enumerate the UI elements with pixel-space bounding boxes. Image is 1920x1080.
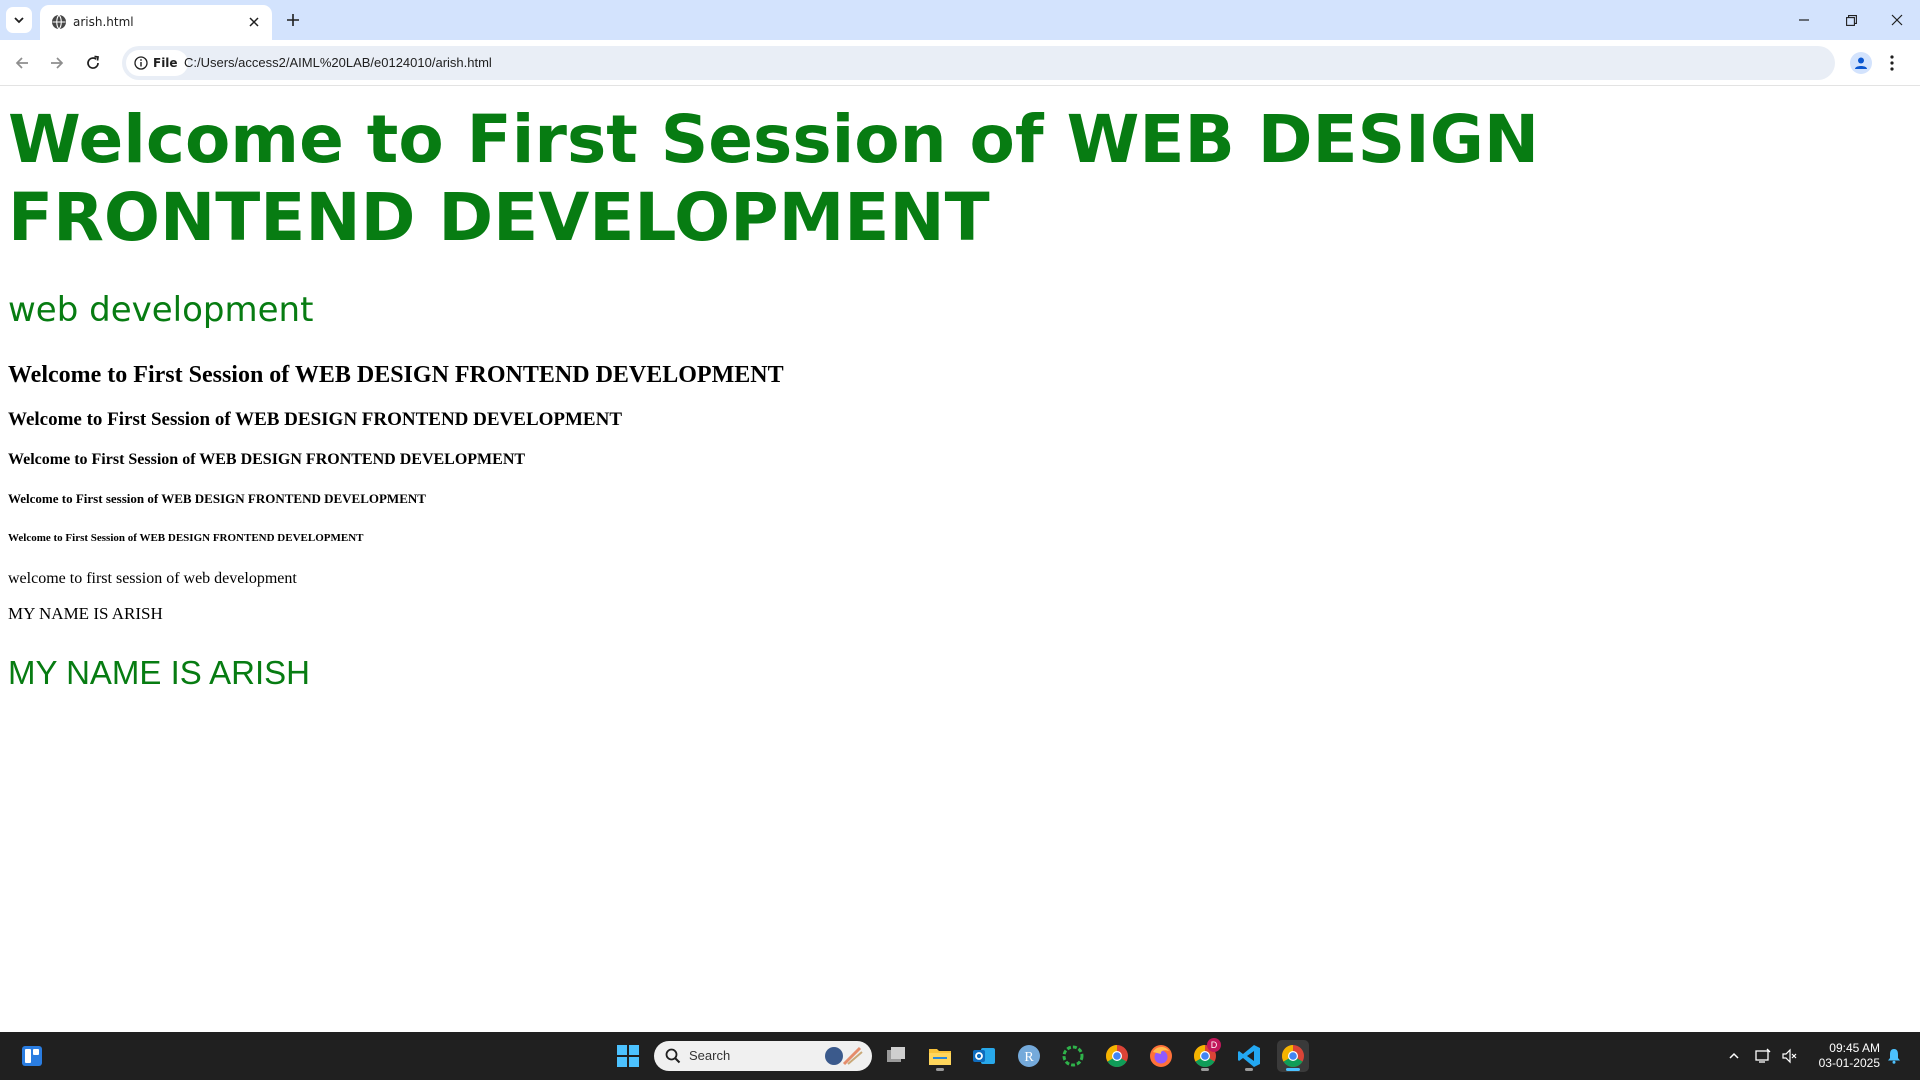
network-button[interactable] (1751, 1032, 1775, 1080)
browser-toolbar: File C:/Users/access2/AIML%20LAB/e012401… (0, 40, 1920, 86)
heading-6: Welcome to First Session of WEB DESIGN F… (8, 532, 364, 544)
bell-icon (1888, 1049, 1900, 1064)
reload-button[interactable] (79, 49, 107, 77)
chrome-active-icon (1282, 1045, 1304, 1067)
tab-active[interactable]: arish.html (40, 5, 272, 40)
svg-text:R: R (1024, 1050, 1034, 1065)
site-info-chip[interactable]: File (126, 50, 188, 76)
tray-overflow-button[interactable] (1722, 1032, 1746, 1080)
chrome-profile-button[interactable]: D (1189, 1038, 1221, 1072)
search-highlight-icon (825, 1046, 863, 1066)
running-indicator (936, 1068, 944, 1071)
running-indicator (1201, 1068, 1209, 1071)
reload-icon (87, 55, 99, 69)
new-tab-button[interactable] (282, 9, 304, 31)
active-indicator (1286, 1068, 1300, 1071)
taskbar-clock[interactable]: 09:45 AM 03-01-2025 (1800, 1041, 1880, 1071)
kebab-menu-icon (1890, 55, 1894, 71)
chrome-profile-badge: D (1207, 1038, 1221, 1052)
paragraph-welcome: welcome to first session of web developm… (8, 570, 297, 587)
notifications-button[interactable] (1882, 1032, 1906, 1080)
volume-button[interactable] (1777, 1032, 1801, 1080)
chrome-icon (1106, 1045, 1128, 1067)
chrome-active-button[interactable] (1277, 1040, 1309, 1072)
clock-time: 09:45 AM (1829, 1041, 1880, 1055)
clock-date: 03-01-2025 (1818, 1056, 1880, 1070)
tab-title: arish.html (73, 15, 134, 29)
close-window-button[interactable] (1874, 0, 1920, 40)
site-chip-label: File (153, 56, 178, 70)
back-button[interactable] (8, 49, 36, 77)
url-text[interactable]: C:/Users/access2/AIML%20LAB/e0124010/ari… (184, 55, 492, 70)
loading-app-button[interactable] (1057, 1040, 1089, 1072)
firefox-icon (1150, 1045, 1172, 1067)
person-icon (1855, 57, 1867, 69)
heading-5: Welcome to First session of WEB DESIGN F… (8, 491, 426, 506)
tab-strip: arish.html (0, 0, 1920, 40)
file-explorer-icon (929, 1049, 951, 1065)
browser-menu-button[interactable] (1884, 52, 1900, 74)
volume-muted-icon (1782, 1048, 1797, 1064)
name-line: MY NAME IS ARISH (8, 604, 163, 623)
firefox-button[interactable] (1145, 1040, 1177, 1072)
minimize-icon (1799, 19, 1809, 21)
taskbar-search-box[interactable]: Search (654, 1041, 872, 1071)
tab-search-button[interactable] (6, 7, 32, 33)
tab-close-button[interactable] (245, 13, 263, 31)
minimize-button[interactable] (1781, 0, 1827, 40)
r-app-icon: R (1018, 1045, 1040, 1067)
task-view-button[interactable] (880, 1040, 912, 1072)
heading-4: Welcome to First Session of WEB DESIGN F… (8, 451, 526, 468)
plus-icon (287, 14, 299, 26)
start-button[interactable] (612, 1040, 644, 1072)
taskbar-search-label: Search (689, 1048, 731, 1063)
running-indicator (1245, 1068, 1253, 1071)
close-icon (249, 17, 259, 27)
chevron-up-icon (1729, 1052, 1739, 1059)
chrome-button[interactable] (1101, 1040, 1133, 1072)
restore-button[interactable] (1828, 0, 1874, 40)
outlook-button[interactable] (968, 1040, 1000, 1072)
loading-app-icon (1062, 1045, 1084, 1067)
network-icon (1755, 1048, 1771, 1063)
outlook-icon (973, 1048, 995, 1064)
start-icon (617, 1045, 639, 1067)
file-explorer-button[interactable] (924, 1040, 956, 1072)
arrow-right-icon (51, 57, 64, 69)
restore-icon (1845, 14, 1857, 26)
widgets-icon (22, 1046, 42, 1066)
vscode-button[interactable] (1233, 1040, 1265, 1072)
address-bar[interactable]: File C:/Users/access2/AIML%20LAB/e012401… (122, 46, 1835, 80)
widgets-button[interactable] (16, 1040, 48, 1072)
web-page-content: Welcome to First Session of WEB DESIGN F… (0, 86, 1920, 1032)
heading-1: Welcome to First Session of WEB DESIGN F… (8, 101, 1540, 256)
vscode-icon (1238, 1045, 1260, 1067)
forward-button[interactable] (43, 49, 71, 77)
task-view-icon (887, 1047, 905, 1062)
r-app-button[interactable]: R (1013, 1040, 1045, 1072)
info-icon (134, 56, 148, 70)
profile-button[interactable] (1850, 52, 1872, 74)
name-line-large: MY NAME IS ARISH (8, 654, 310, 691)
heading-2: Welcome to First Session of WEB DESIGN F… (8, 362, 784, 388)
subheading-web-development: web development (8, 290, 314, 330)
chevron-down-icon (14, 17, 24, 24)
close-icon (1891, 14, 1903, 26)
windows-taskbar: Search R D 09:45 AM 03-01-2025 (0, 1032, 1920, 1080)
heading-3: Welcome to First Session of WEB DESIGN F… (8, 409, 623, 430)
globe-icon (52, 14, 66, 30)
arrow-left-icon (15, 57, 28, 69)
search-icon (665, 1048, 681, 1064)
